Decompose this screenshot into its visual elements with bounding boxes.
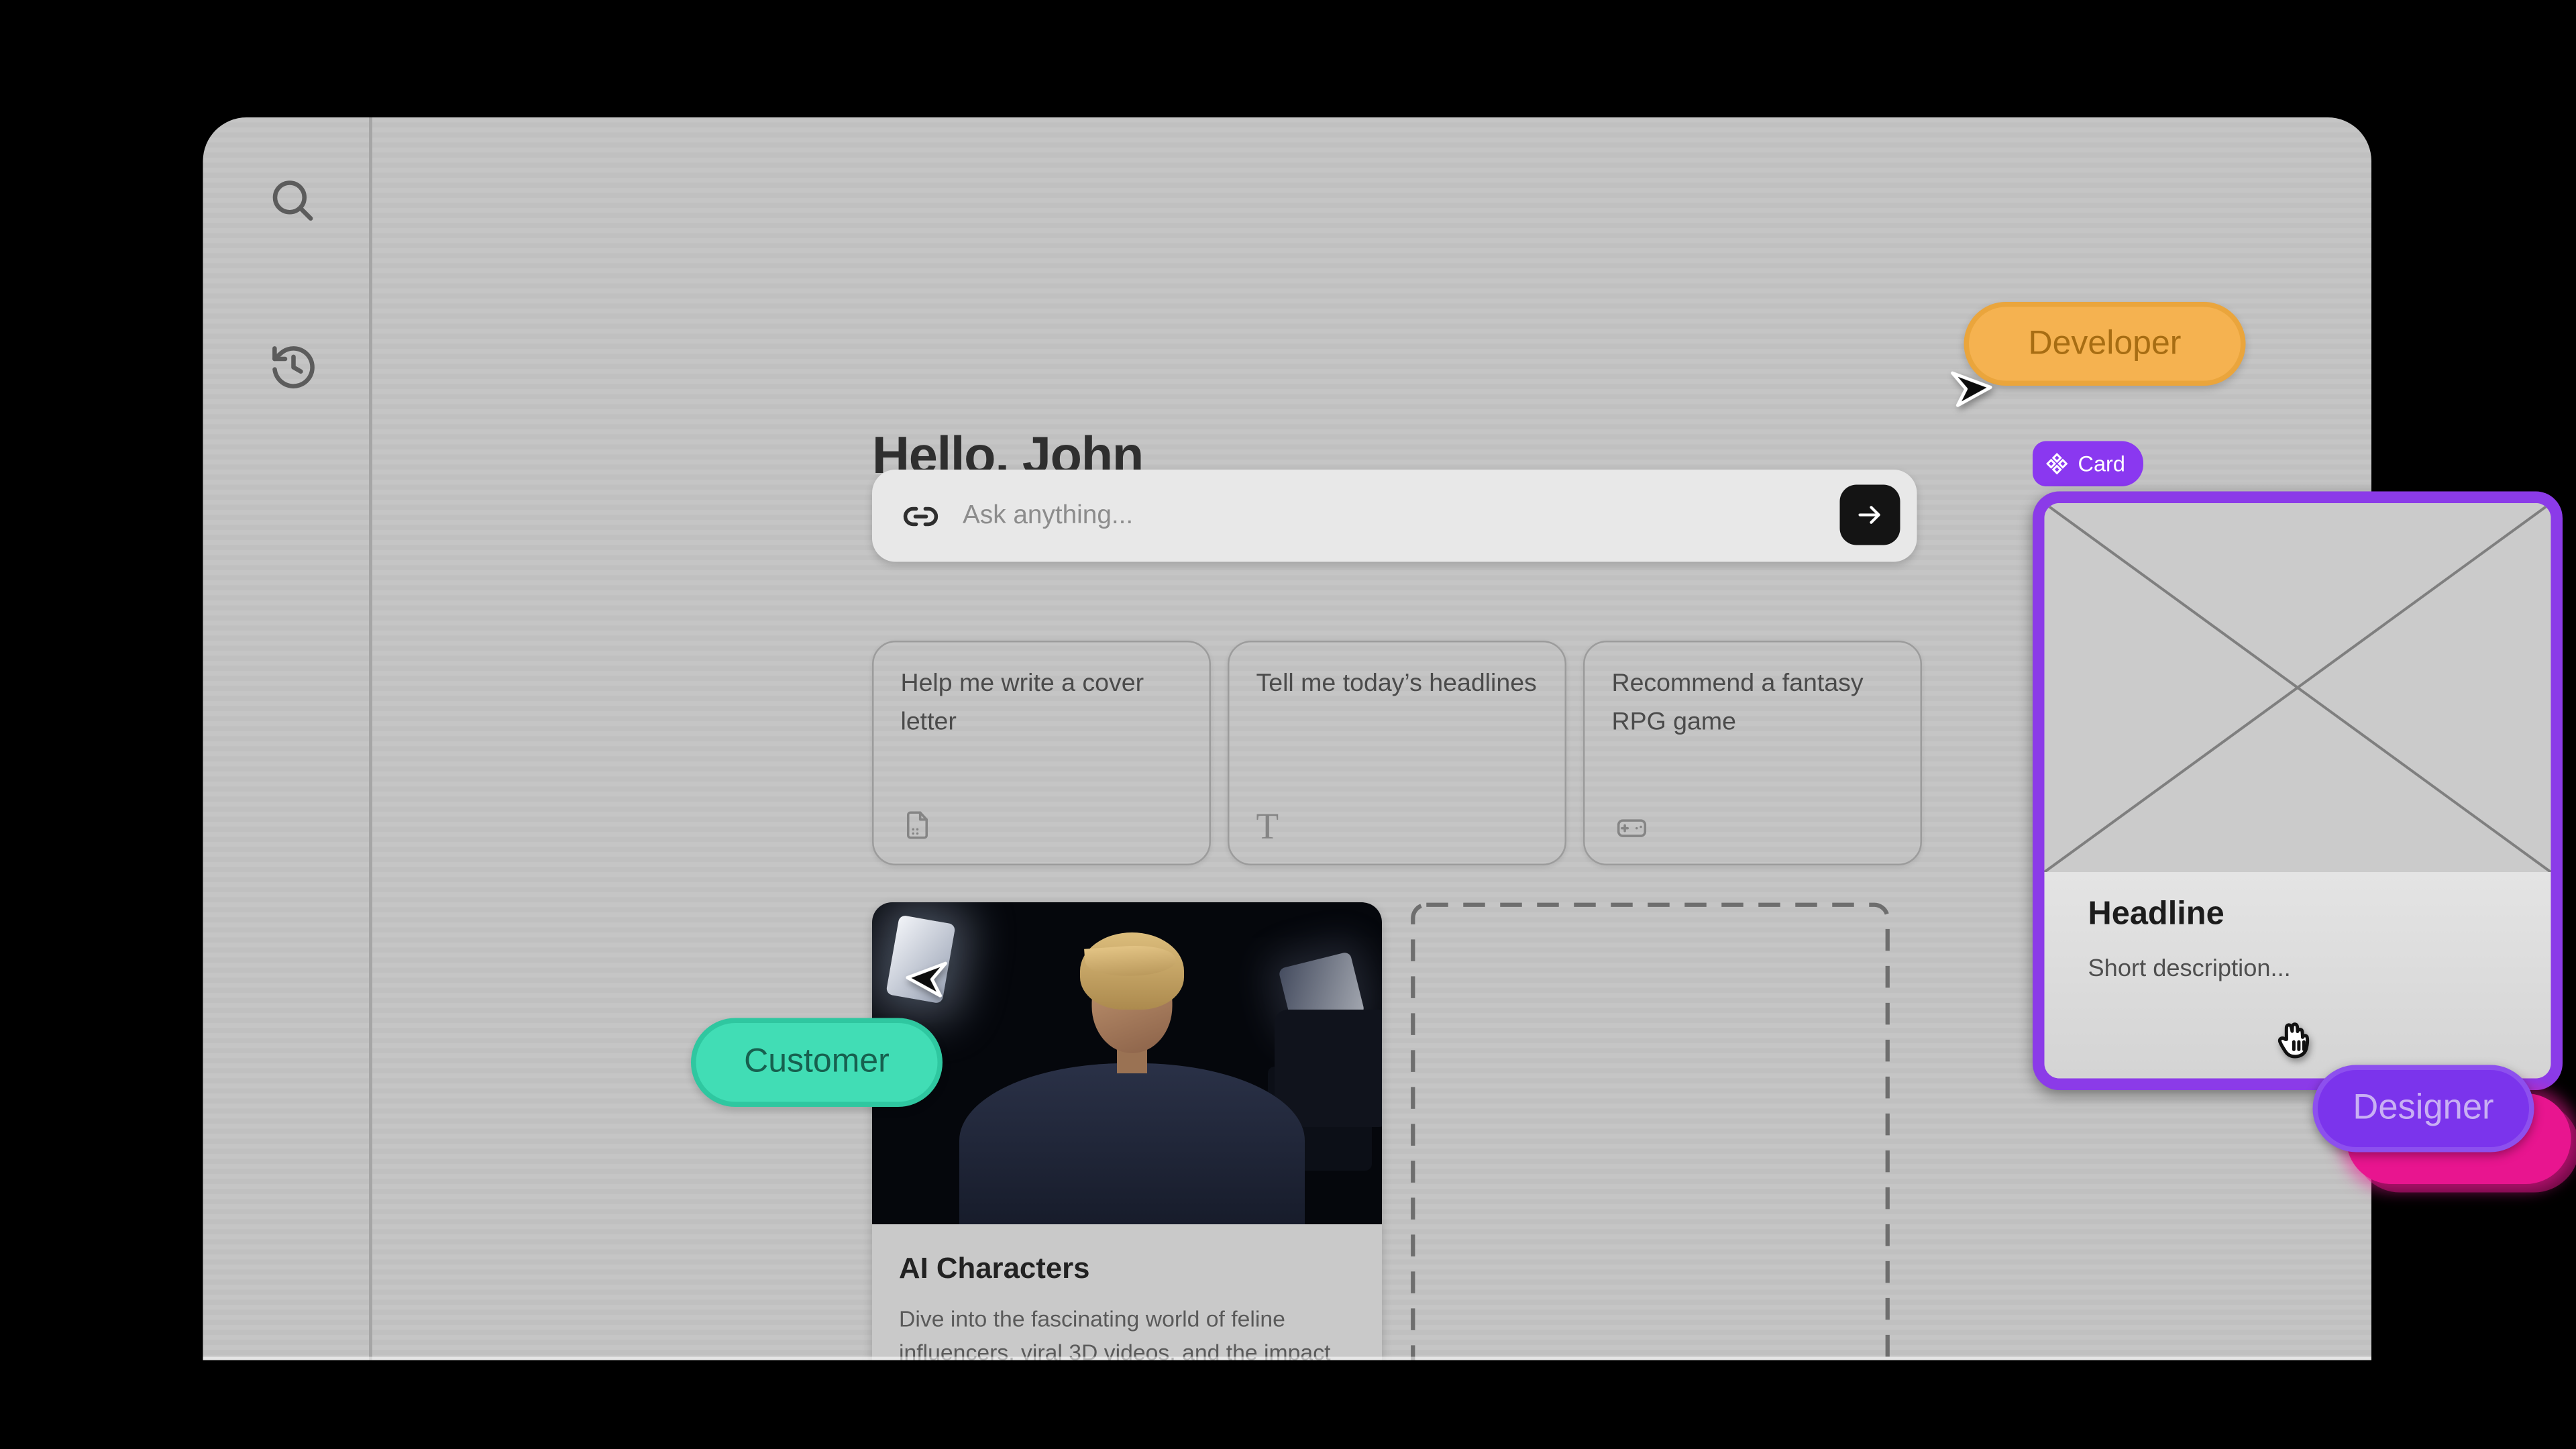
person-torso [959, 1063, 1305, 1224]
suggestion-card-headlines[interactable]: Tell me today’s headlines T [1228, 641, 1566, 865]
cursor-label-text: Designer [2353, 1089, 2493, 1129]
cursor-label-customer: Customer [691, 1018, 943, 1108]
suggestion-card-rpg-game[interactable]: Recommend a fantasy RPG game [1583, 641, 1922, 865]
suggestion-card-cover-letter[interactable]: Help me write a cover letter [872, 641, 1211, 865]
suggestion-label: Recommend a fantasy RPG game [1585, 643, 1921, 742]
link-icon [902, 497, 939, 534]
ask-bar [872, 470, 1917, 562]
ask-input[interactable] [959, 499, 1823, 533]
cursor-label-text: Customer [744, 1043, 890, 1082]
component-badge: Card [2033, 441, 2143, 487]
search-icon[interactable] [264, 171, 321, 228]
card-description: Dive into the fascinating world of felin… [872, 1287, 1382, 1360]
suggestion-label: Tell me today’s headlines [1230, 643, 1565, 704]
dashed-drop-zone[interactable] [1411, 902, 1890, 1360]
component-badge-label: Card [2078, 451, 2125, 477]
image-x-placeholder [2045, 503, 2551, 872]
component-icon [2046, 453, 2068, 475]
sidebar-divider [369, 117, 372, 1360]
send-button[interactable] [1840, 485, 1900, 545]
history-icon[interactable] [265, 339, 322, 396]
dragged-card-component[interactable]: Headline Short description... [2033, 492, 2563, 1091]
document-icon [901, 807, 934, 844]
gamepad-icon [1612, 807, 1652, 844]
text-icon: T [1256, 807, 1279, 844]
developer-cursor-arrow-icon [1948, 364, 1996, 411]
card-short-description: Short description... [2088, 956, 2551, 983]
cursor-label-text: Developer [2029, 325, 2182, 364]
arrow-right-icon [1855, 500, 1885, 530]
card-headline: Headline [2088, 896, 2551, 934]
cursor-label-developer: Developer [1964, 302, 2246, 386]
ai-characters-photo [872, 902, 1382, 1224]
content-card-ai-characters[interactable]: AI Characters Dive into the fascinating … [872, 902, 1382, 1360]
grab-hand-icon [2271, 1016, 2321, 1067]
design-canvas: Hello, John Help me write a [0, 0, 2576, 1449]
customer-cursor-arrow-icon [902, 954, 949, 1002]
cursor-label-designer: Designer [2313, 1065, 2534, 1152]
card-title: AI Characters [872, 1224, 1382, 1287]
suggestion-label: Help me write a cover letter [874, 643, 1210, 742]
